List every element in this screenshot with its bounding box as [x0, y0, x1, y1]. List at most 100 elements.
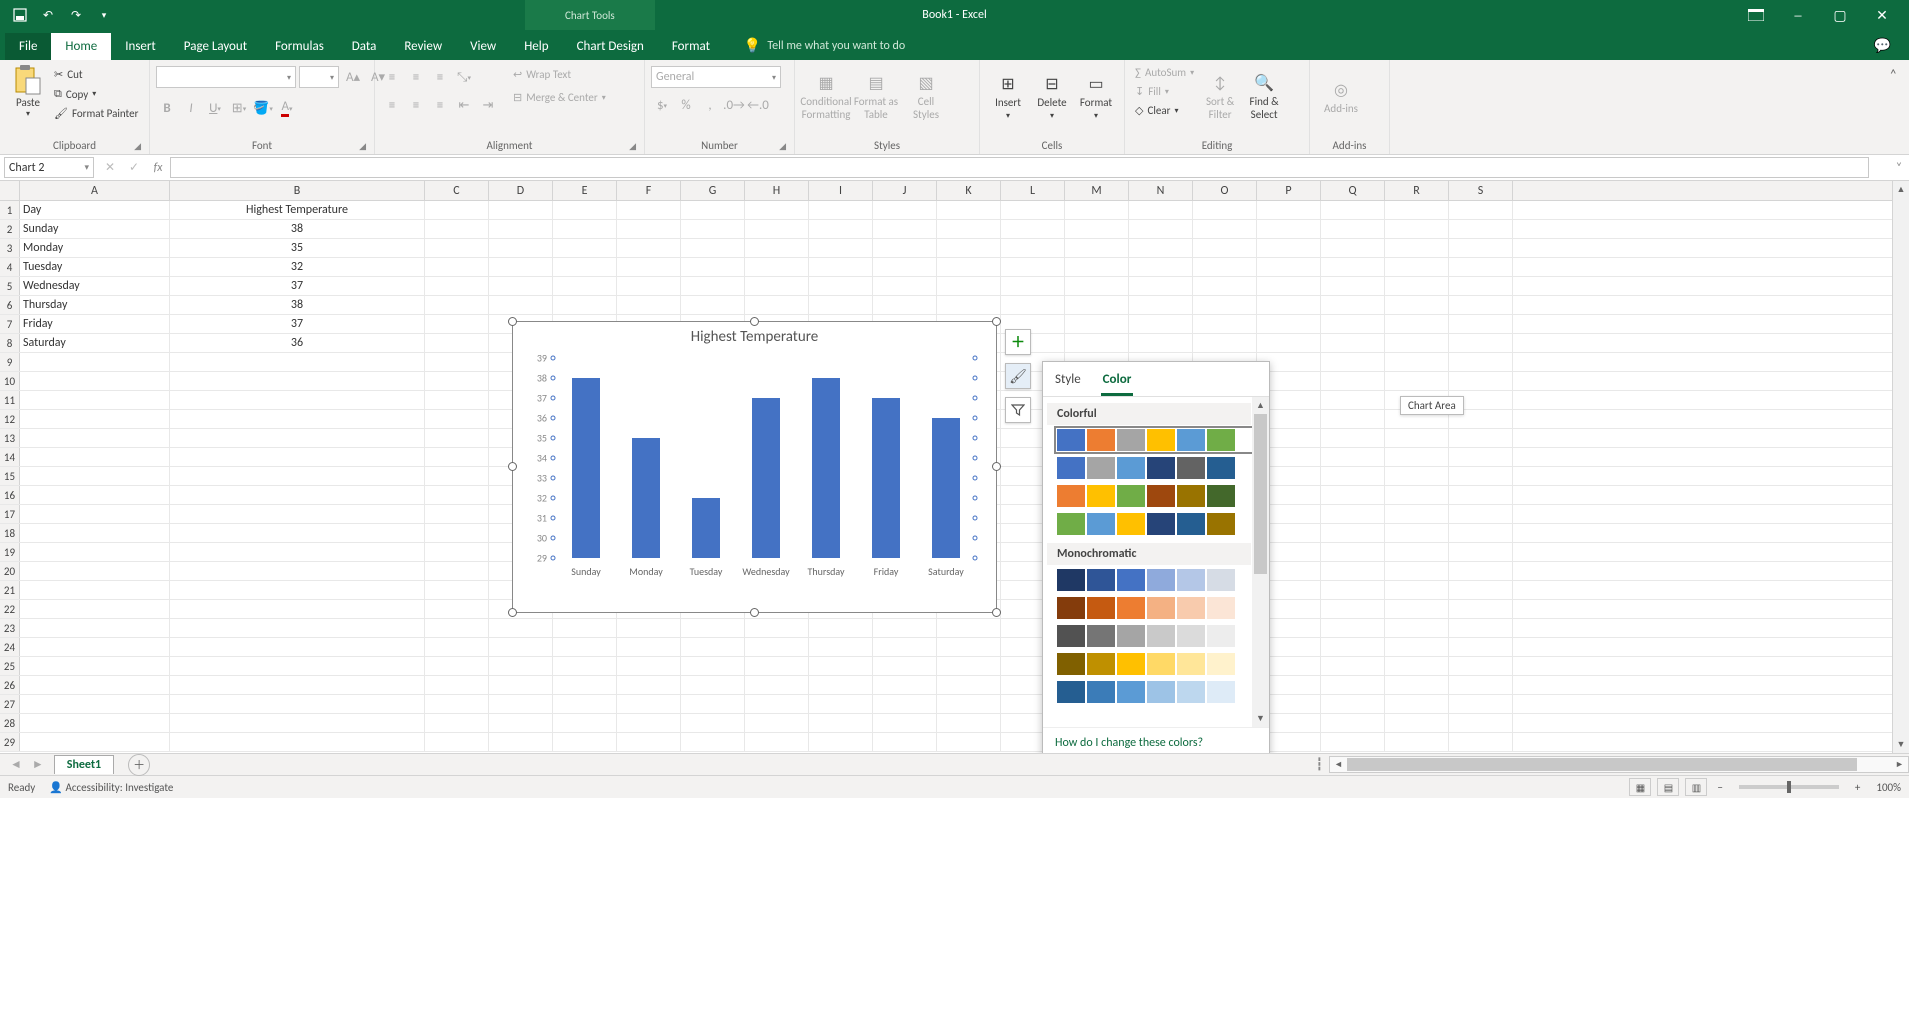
dialog-launcher-icon[interactable]: ◢: [359, 141, 366, 152]
cell[interactable]: [553, 201, 617, 219]
cell[interactable]: [937, 733, 1001, 751]
scroll-down-icon[interactable]: ▼: [1893, 736, 1909, 753]
delete-cells-button[interactable]: ⊟Delete▾: [1030, 64, 1074, 130]
fill-button[interactable]: ↧Fill▾: [1131, 83, 1198, 100]
cell[interactable]: [553, 277, 617, 295]
cell[interactable]: [1321, 334, 1385, 352]
column-header[interactable]: S: [1449, 181, 1513, 200]
cell[interactable]: [873, 277, 937, 295]
cell[interactable]: [1321, 296, 1385, 314]
cell[interactable]: [937, 258, 1001, 276]
row-header[interactable]: 8: [0, 334, 20, 352]
cell[interactable]: [1321, 315, 1385, 333]
resize-handle[interactable]: [992, 462, 1001, 471]
cell[interactable]: [425, 334, 489, 352]
cell[interactable]: [937, 296, 1001, 314]
cell[interactable]: [425, 733, 489, 751]
cell[interactable]: [1385, 619, 1449, 637]
chart-bar[interactable]: [692, 498, 720, 558]
cell[interactable]: [809, 277, 873, 295]
cell[interactable]: [425, 353, 489, 371]
autosum-button[interactable]: ∑AutoSum▾: [1131, 64, 1198, 81]
cell[interactable]: [1449, 353, 1513, 371]
cell[interactable]: [425, 600, 489, 618]
row-header[interactable]: 10: [0, 372, 20, 390]
cell[interactable]: [1193, 201, 1257, 219]
cell[interactable]: [873, 239, 937, 257]
cell[interactable]: [937, 619, 1001, 637]
cell[interactable]: [873, 220, 937, 238]
cell[interactable]: 37: [170, 315, 425, 333]
cell[interactable]: [170, 467, 425, 485]
cell[interactable]: [937, 695, 1001, 713]
cell[interactable]: [1321, 391, 1385, 409]
align-bottom-icon[interactable]: ≡: [429, 66, 451, 88]
scroll-up-icon[interactable]: ▲: [1893, 181, 1909, 198]
cell[interactable]: [1001, 296, 1065, 314]
cell[interactable]: [489, 277, 553, 295]
cell[interactable]: [489, 657, 553, 675]
cell[interactable]: [425, 277, 489, 295]
align-center-icon[interactable]: ≡: [405, 94, 427, 116]
cell[interactable]: [1321, 239, 1385, 257]
column-header[interactable]: B: [170, 181, 425, 200]
cell[interactable]: [873, 258, 937, 276]
column-header[interactable]: F: [617, 181, 681, 200]
cell[interactable]: [553, 296, 617, 314]
row-header[interactable]: 1: [0, 201, 20, 219]
cell[interactable]: [170, 429, 425, 447]
cell[interactable]: [20, 733, 170, 751]
cell[interactable]: [1065, 296, 1129, 314]
cell[interactable]: [170, 543, 425, 561]
cell[interactable]: [1385, 296, 1449, 314]
cell[interactable]: [617, 695, 681, 713]
cell[interactable]: [1321, 201, 1385, 219]
split-handle[interactable]: ┇: [1316, 757, 1323, 772]
zoom-slider[interactable]: [1739, 785, 1839, 789]
dialog-launcher-icon[interactable]: ◢: [134, 141, 141, 152]
cell[interactable]: [681, 296, 745, 314]
row-header[interactable]: 4: [0, 258, 20, 276]
row-header[interactable]: 27: [0, 695, 20, 713]
cell[interactable]: [1449, 315, 1513, 333]
border-icon[interactable]: ⊞▾: [228, 97, 250, 119]
cell[interactable]: [1001, 258, 1065, 276]
cell[interactable]: [1449, 277, 1513, 295]
resize-handle[interactable]: [750, 608, 759, 617]
cell[interactable]: [20, 467, 170, 485]
cell[interactable]: [1385, 353, 1449, 371]
resize-handle[interactable]: [508, 462, 517, 471]
tab-insert[interactable]: Insert: [111, 33, 170, 60]
cell[interactable]: [170, 562, 425, 580]
cell[interactable]: [937, 239, 1001, 257]
cell[interactable]: [809, 258, 873, 276]
row-header[interactable]: 15: [0, 467, 20, 485]
cell[interactable]: [1449, 638, 1513, 656]
cell[interactable]: [1065, 201, 1129, 219]
cell[interactable]: [745, 676, 809, 694]
cell[interactable]: [1257, 258, 1321, 276]
cell[interactable]: [1449, 448, 1513, 466]
increase-indent-icon[interactable]: ⇥: [477, 94, 499, 116]
cell[interactable]: [1385, 657, 1449, 675]
cell[interactable]: [1321, 486, 1385, 504]
cell[interactable]: [425, 467, 489, 485]
tell-me-search[interactable]: 💡 Tell me what you want to do: [744, 37, 905, 60]
cell[interactable]: [553, 239, 617, 257]
cell[interactable]: [1129, 258, 1193, 276]
cell[interactable]: [1385, 524, 1449, 542]
cell[interactable]: [1065, 315, 1129, 333]
cell[interactable]: [809, 676, 873, 694]
insert-cells-button[interactable]: ⊞Insert▾: [986, 64, 1030, 130]
column-header[interactable]: R: [1385, 181, 1449, 200]
column-header[interactable]: C: [425, 181, 489, 200]
chart-plot-area[interactable]: 2930313233343536373839SundayMondayTuesda…: [551, 358, 978, 558]
cell[interactable]: [1321, 277, 1385, 295]
cell[interactable]: Friday: [20, 315, 170, 333]
cell[interactable]: [1065, 258, 1129, 276]
cell[interactable]: [1385, 486, 1449, 504]
cell[interactable]: [425, 638, 489, 656]
cell[interactable]: [1385, 505, 1449, 523]
cell[interactable]: [20, 657, 170, 675]
cell[interactable]: [809, 657, 873, 675]
